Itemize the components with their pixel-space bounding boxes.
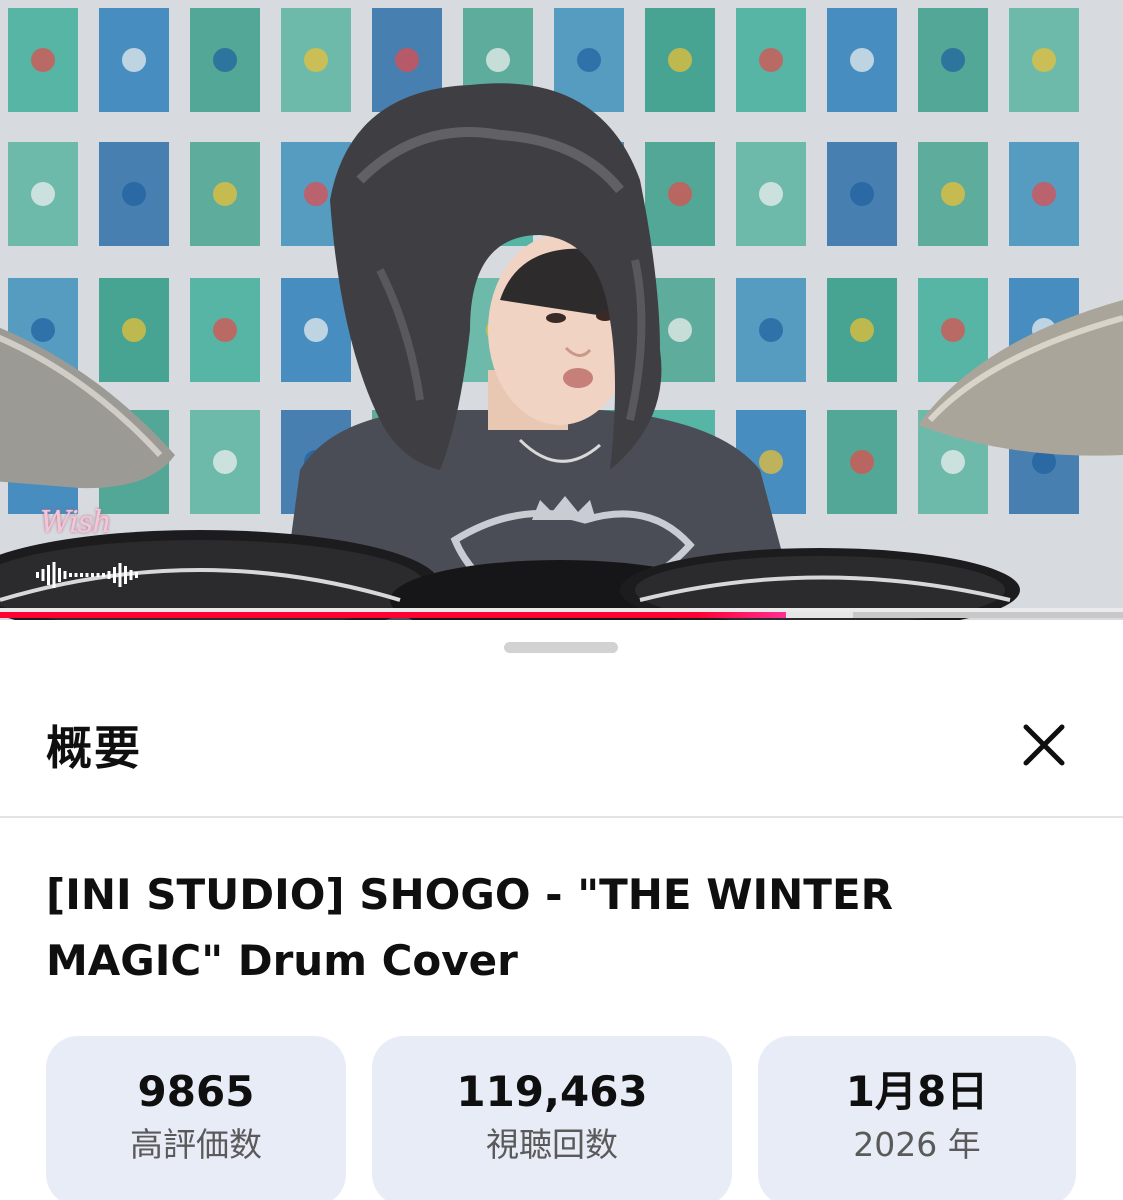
header-divider bbox=[0, 816, 1123, 818]
video-player[interactable]: Wish bbox=[0, 0, 1123, 620]
close-icon bbox=[1023, 724, 1065, 766]
stat-views: 119,463 視聴回数 bbox=[372, 1036, 732, 1200]
video-title: [INI STUDIO] SHOGO - "THE WINTER MAGIC" … bbox=[46, 870, 893, 985]
stat-date-value: 1月8日 bbox=[845, 1067, 989, 1116]
drummer-scene bbox=[0, 83, 1123, 620]
wish-watermark-logo: Wish bbox=[32, 505, 152, 595]
stat-date-label: 2026 年 bbox=[853, 1125, 981, 1164]
audio-wave-icon bbox=[36, 562, 138, 588]
description-sheet: 概要 [INI STUDIO] SHOGO - "THE WINTER MAGI… bbox=[0, 620, 1123, 1200]
stat-date: 1月8日 2026 年 bbox=[758, 1036, 1076, 1200]
close-button[interactable] bbox=[1014, 715, 1074, 775]
progress-buffered bbox=[786, 612, 854, 618]
sheet-drag-handle[interactable] bbox=[504, 642, 618, 653]
youtube-description-screen: Wish 概要 [INI STUDIO] SHOGO - "THE WINTER… bbox=[0, 0, 1123, 1200]
video-progress-bar[interactable] bbox=[0, 612, 1123, 618]
watermark-text: Wish bbox=[40, 505, 112, 540]
stat-likes: 9865 高評価数 bbox=[46, 1036, 346, 1200]
stat-views-label: 視聴回数 bbox=[486, 1125, 618, 1164]
sheet-title: 概要 bbox=[46, 721, 142, 775]
stat-views-value: 119,463 bbox=[456, 1067, 648, 1116]
stat-likes-label: 高評価数 bbox=[130, 1125, 262, 1164]
stat-likes-value: 9865 bbox=[137, 1067, 255, 1116]
progress-played bbox=[0, 612, 787, 618]
